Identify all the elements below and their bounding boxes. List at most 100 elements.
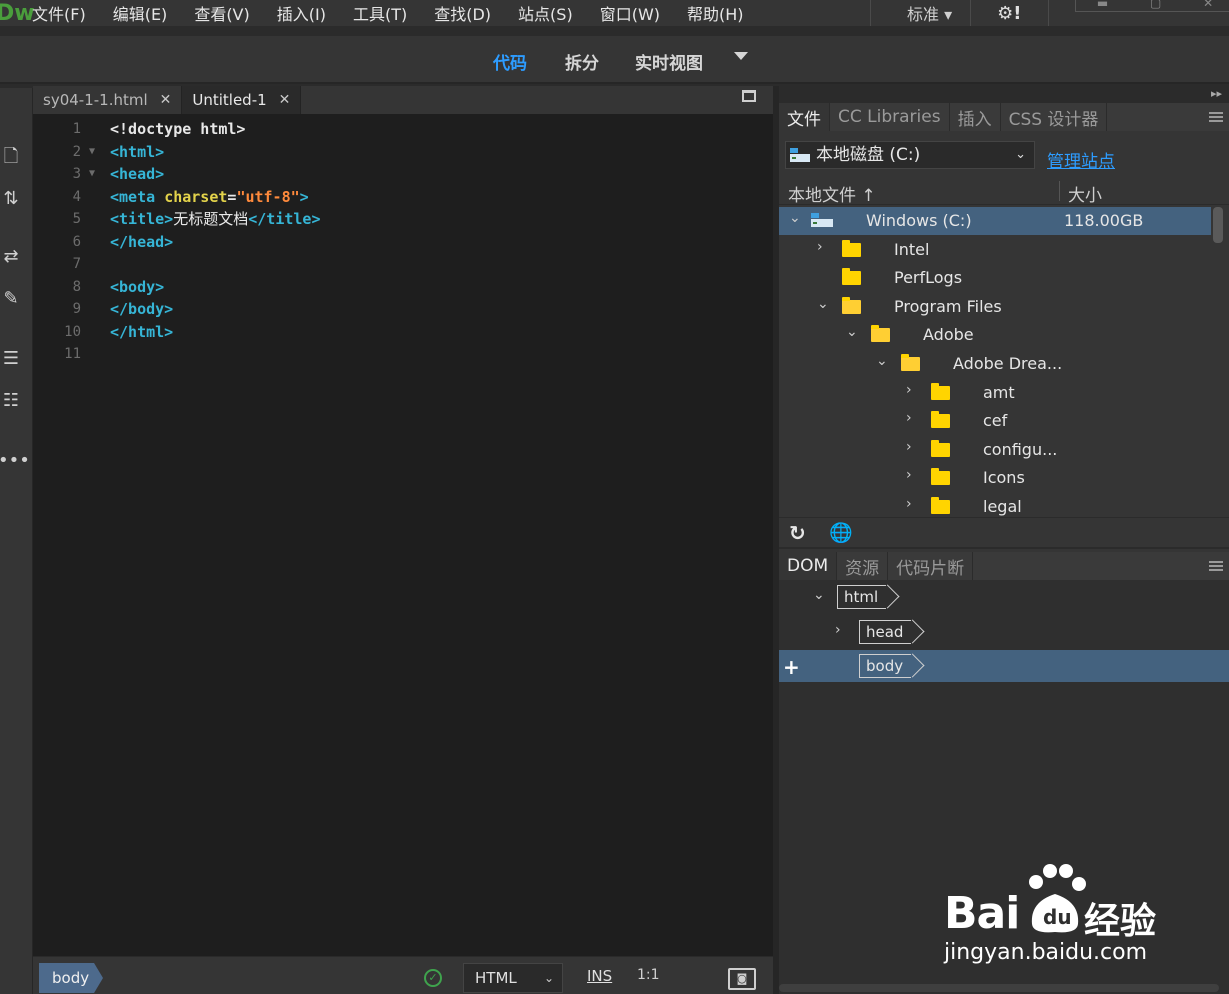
- live-view-button[interactable]: 实时视图: [635, 49, 703, 74]
- sort-icon[interactable]: ⇅: [0, 188, 24, 209]
- dom-tag-label[interactable]: body: [859, 654, 912, 678]
- tree-item[interactable]: › amt: [779, 379, 1211, 407]
- more-icon[interactable]: •••: [0, 450, 30, 471]
- code-line[interactable]: 10 </html>: [33, 321, 773, 344]
- tree-item[interactable]: ⌄ Program Files: [779, 293, 1211, 321]
- menu-tools[interactable]: 工具(T): [353, 1, 407, 25]
- menu-help[interactable]: 帮助(H): [687, 1, 744, 25]
- chevron-right-icon[interactable]: ›: [906, 496, 912, 512]
- format-icon[interactable]: ⇄: [0, 246, 24, 267]
- chevron-right-icon[interactable]: ›: [906, 439, 912, 455]
- manage-sites-link[interactable]: 管理站点: [1047, 147, 1115, 172]
- column-size[interactable]: 大小: [1068, 181, 1102, 206]
- collapse-panels-icon[interactable]: ▸▸: [1211, 87, 1222, 100]
- language-select[interactable]: HTML ⌄: [463, 963, 563, 993]
- chevron-right-icon[interactable]: ›: [817, 239, 823, 255]
- tree-item[interactable]: › cef: [779, 407, 1211, 435]
- scrollbar[interactable]: [1213, 207, 1223, 243]
- workspace-switcher[interactable]: 标准 ▾: [907, 1, 952, 25]
- menu-site[interactable]: 站点(S): [518, 1, 573, 25]
- chevron-right-icon[interactable]: ›: [835, 622, 841, 638]
- tab-files[interactable]: 文件: [779, 103, 830, 131]
- divider[interactable]: [1059, 181, 1060, 201]
- chevron-right-icon[interactable]: ›: [906, 410, 912, 426]
- tab-untitled[interactable]: Untitled-1 ✕: [182, 86, 302, 114]
- tab-assets[interactable]: 资源: [837, 552, 889, 580]
- menu-edit[interactable]: 编辑(E): [113, 1, 168, 25]
- window-controls: ▬ ▢ ✕: [1075, 0, 1229, 12]
- preview-icon[interactable]: ◙: [728, 968, 756, 990]
- tab-sy04[interactable]: sy04-1-1.html ✕: [33, 86, 183, 114]
- fold-arrow-icon[interactable]: ▼: [89, 141, 95, 163]
- minimize-icon[interactable]: ▬: [1097, 0, 1108, 10]
- tab-cc-libraries[interactable]: CC Libraries: [830, 103, 950, 131]
- menu-file[interactable]: 文件(F): [32, 1, 86, 25]
- chevron-down-icon[interactable]: ⌄: [876, 353, 888, 369]
- insert-mode[interactable]: INS: [587, 967, 612, 985]
- tab-dom[interactable]: DOM: [779, 552, 838, 580]
- check-icon[interactable]: ✓: [424, 969, 442, 987]
- dom-tag-label[interactable]: head: [859, 619, 912, 644]
- tree-item[interactable]: PerfLogs: [779, 264, 1211, 292]
- fold-arrow-icon[interactable]: ▼: [89, 163, 95, 185]
- chevron-down-icon[interactable]: ⌄: [817, 296, 829, 312]
- add-element-icon[interactable]: +: [783, 655, 800, 679]
- code-line[interactable]: 4 <meta charset="utf-8">: [33, 186, 773, 209]
- code-line[interactable]: 1 <!doctype html>: [33, 118, 773, 141]
- snippet-icon[interactable]: ☷: [0, 390, 24, 411]
- menu-find[interactable]: 查找(D): [434, 1, 491, 25]
- tree-item-size: 118.00GB: [1064, 211, 1144, 230]
- code-line[interactable]: 11: [33, 343, 773, 366]
- code-line[interactable]: 3 ▼ <head>: [33, 163, 773, 186]
- site-select[interactable]: 本地磁盘 (C:) ⌄: [785, 141, 1035, 169]
- tree-item[interactable]: ⌄ Windows (C:) 118.00GB: [779, 207, 1211, 235]
- chevron-right-icon[interactable]: ›: [906, 382, 912, 398]
- split-view-button[interactable]: 拆分: [565, 49, 599, 74]
- tab-insert[interactable]: 插入: [950, 103, 1001, 131]
- menu-insert[interactable]: 插入(I): [277, 1, 326, 25]
- tag-selector[interactable]: body: [39, 963, 103, 993]
- refresh-icon[interactable]: ↻: [789, 521, 806, 545]
- close-icon[interactable]: ✕: [1203, 0, 1213, 10]
- panel-menu-icon[interactable]: [1209, 112, 1223, 122]
- code-line[interactable]: 9 </body>: [33, 298, 773, 321]
- globe-icon[interactable]: 🌐: [829, 521, 853, 544]
- chevron-down-icon[interactable]: ⌄: [846, 324, 858, 340]
- gear-icon[interactable]: ⚙!: [997, 3, 1021, 24]
- line-number: 4: [72, 188, 81, 205]
- tree-item[interactable]: › configu...: [779, 436, 1211, 464]
- restore-window-icon[interactable]: [742, 90, 756, 102]
- chevron-right-icon[interactable]: ›: [906, 467, 912, 483]
- dom-tag-label[interactable]: html: [837, 585, 887, 609]
- tab-snippets[interactable]: 代码片断: [888, 552, 974, 580]
- chevron-down-icon[interactable]: [734, 52, 748, 60]
- new-document-icon[interactable]: 🗋: [0, 144, 24, 174]
- code-view-button[interactable]: 代码: [493, 49, 527, 74]
- code-line[interactable]: 8 <body>: [33, 276, 773, 299]
- close-icon[interactable]: ✕: [279, 92, 291, 108]
- comment-icon[interactable]: ☰: [0, 348, 24, 369]
- chevron-down-icon[interactable]: ⌄: [813, 587, 825, 603]
- tree-item[interactable]: › Intel: [779, 236, 1211, 264]
- tab-css-designer[interactable]: CSS 设计器: [1001, 103, 1108, 131]
- tree-item[interactable]: › Icons: [779, 464, 1211, 492]
- maximize-icon[interactable]: ▢: [1150, 0, 1161, 10]
- tree-item[interactable]: ⌄ Adobe Drea...: [779, 350, 1211, 378]
- panel-menu-icon[interactable]: [1209, 561, 1223, 571]
- code-line[interactable]: 5 <title>无标题文档</title>: [33, 208, 773, 231]
- tree-item[interactable]: ⌄ Adobe: [779, 321, 1211, 349]
- dom-node[interactable]: › head: [779, 616, 1229, 648]
- dom-node[interactable]: ⌄ html: [779, 581, 1229, 613]
- code-line[interactable]: 6 </head>: [33, 231, 773, 254]
- code-editor[interactable]: 1 <!doctype html> 2 ▼ <html> 3 ▼ <head> 4 <meta c…: [33, 114, 773, 956]
- scrollbar[interactable]: [779, 984, 1219, 992]
- code-line[interactable]: 7: [33, 253, 773, 276]
- close-icon[interactable]: ✕: [160, 92, 172, 108]
- menu-view[interactable]: 查看(V): [194, 1, 249, 25]
- brush-icon[interactable]: ✎: [0, 288, 24, 309]
- menu-window[interactable]: 窗口(W): [600, 1, 660, 25]
- chevron-down-icon[interactable]: ⌄: [789, 210, 801, 226]
- code-line[interactable]: 2 ▼ <html>: [33, 141, 773, 164]
- column-local-files[interactable]: 本地文件 ↑: [788, 181, 876, 206]
- dom-node[interactable]: + body: [779, 650, 1229, 682]
